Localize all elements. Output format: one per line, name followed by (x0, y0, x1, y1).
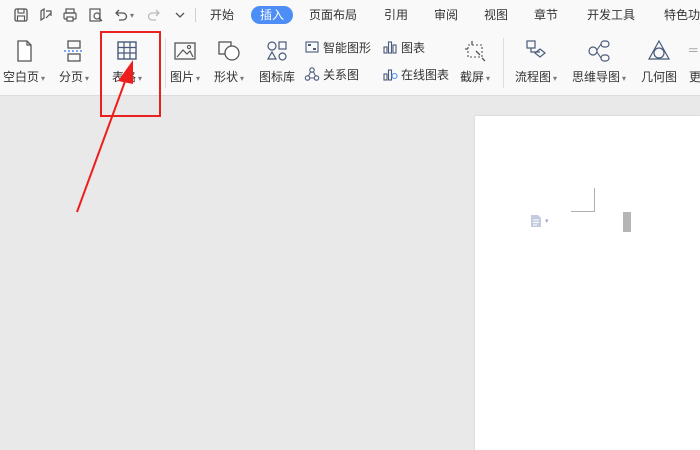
paragraph-caret-icon: ▾ (545, 217, 549, 225)
blank-page-icon (17, 40, 32, 62)
save-icon[interactable] (13, 7, 29, 23)
relation-chart-label: 关系图 (323, 67, 360, 82)
flowchart-label: 流程图 (515, 70, 552, 84)
shape-caret-icon: ▾ (240, 74, 245, 83)
flowchart-caret-icon: ▾ (553, 74, 558, 83)
mindmap-label: 思维导图 (572, 70, 621, 84)
table-caret-icon: ▾ (138, 74, 143, 83)
tab-developer-tools[interactable]: 开发工具 (587, 6, 635, 24)
mindmap-caret-icon: ▾ (622, 74, 627, 83)
page-margin-mark (571, 188, 595, 212)
chart-label: 图表 (401, 40, 426, 55)
redo-icon[interactable] (146, 7, 162, 23)
mindmap-icon (588, 40, 610, 62)
more-icon (689, 48, 698, 52)
toolbar-divider (195, 8, 196, 22)
blank-page-caret-icon: ▾ (41, 74, 46, 83)
icon-library-label: 图标库 (259, 70, 296, 84)
page-break-caret-icon: ▾ (85, 74, 90, 83)
smart-graphic-icon (305, 41, 319, 53)
screenshot-button[interactable]: 截屏 ▾ (460, 38, 490, 85)
flowchart-button[interactable]: 流程图 ▾ (515, 38, 557, 85)
more-button[interactable]: 更 (689, 38, 700, 85)
tab-chapter[interactable]: 章节 (534, 6, 558, 24)
online-chart-button[interactable]: 在线图表 (382, 65, 449, 83)
insert-ribbon: 空白页 ▾ 分页 ▾ 表格 ▾ 图片 ▾ 形状 ▾ 图标库 智能图形 关系图 图表 在线图… (0, 30, 700, 96)
page-break-button[interactable]: 分页 ▾ (59, 38, 89, 85)
chart-icon (383, 41, 397, 54)
relation-chart-button[interactable]: 关系图 (304, 65, 359, 83)
online-chart-label: 在线图表 (401, 67, 450, 82)
table-label: 表格 (112, 70, 137, 84)
screenshot-icon (465, 41, 486, 62)
online-chart-icon (383, 69, 398, 81)
print-icon[interactable] (62, 7, 78, 23)
print-preview-icon[interactable] (88, 7, 104, 23)
flowchart-icon (526, 40, 546, 58)
smart-graphic-button[interactable]: 智能图形 (304, 38, 371, 56)
mindmap-button[interactable]: 思维导图 ▾ (572, 38, 626, 85)
tab-home[interactable]: 开始 (210, 6, 234, 24)
picture-label: 图片 (170, 70, 195, 84)
shape-label: 形状 (214, 70, 239, 84)
more-label: 更 (689, 70, 700, 84)
paragraph-options[interactable]: ▾ (530, 214, 549, 228)
text-cursor (623, 212, 631, 232)
tab-references[interactable]: 引用 (384, 6, 408, 24)
table-button[interactable]: 表格 ▾ (112, 38, 142, 85)
customize-toolbar-icon[interactable] (172, 7, 188, 23)
picture-caret-icon: ▾ (196, 74, 201, 83)
blank-page-button[interactable]: 空白页 ▾ (3, 38, 45, 85)
picture-icon (174, 42, 196, 60)
icon-library-icon (266, 41, 287, 61)
geometry-label: 几何图 (641, 70, 678, 84)
page-break-label: 分页 (59, 70, 84, 84)
geometry-icon (647, 39, 671, 60)
table-icon (117, 41, 137, 60)
undo-dropdown-icon[interactable]: ▾ (128, 7, 136, 23)
tab-insert[interactable]: 插入 (251, 6, 294, 24)
chart-button[interactable]: 图表 (382, 38, 425, 56)
ribbon-divider (165, 38, 166, 88)
tab-page-layout[interactable]: 页面布局 (309, 6, 357, 24)
screenshot-label: 截屏 (460, 70, 485, 84)
shape-button[interactable]: 形状 ▾ (214, 38, 244, 85)
ribbon-divider (503, 38, 504, 88)
undo-icon[interactable] (113, 7, 129, 23)
tab-review[interactable]: 审阅 (434, 6, 458, 24)
tab-view[interactable]: 视图 (484, 6, 508, 24)
geometry-button[interactable]: 几何图 (641, 38, 677, 85)
picture-button[interactable]: 图片 ▾ (170, 38, 200, 85)
screenshot-caret-icon: ▾ (486, 74, 491, 83)
document-icon (531, 215, 541, 227)
icon-library-button[interactable]: 图标库 (259, 38, 295, 85)
relation-chart-icon (304, 67, 320, 81)
tab-features[interactable]: 特色功 (664, 6, 700, 24)
page-break-icon (64, 40, 85, 62)
menu-bar: ▾ 开始 插入 页面布局 引用 审阅 视图 章节 开发工具 特色功 (0, 0, 700, 30)
smart-graphic-label: 智能图形 (323, 40, 372, 55)
document-page[interactable]: ▾ (475, 116, 700, 450)
blank-page-label: 空白页 (3, 70, 40, 84)
export-icon[interactable] (38, 7, 54, 23)
shape-icon (218, 41, 240, 61)
document-workspace[interactable]: ▾ (0, 97, 700, 450)
